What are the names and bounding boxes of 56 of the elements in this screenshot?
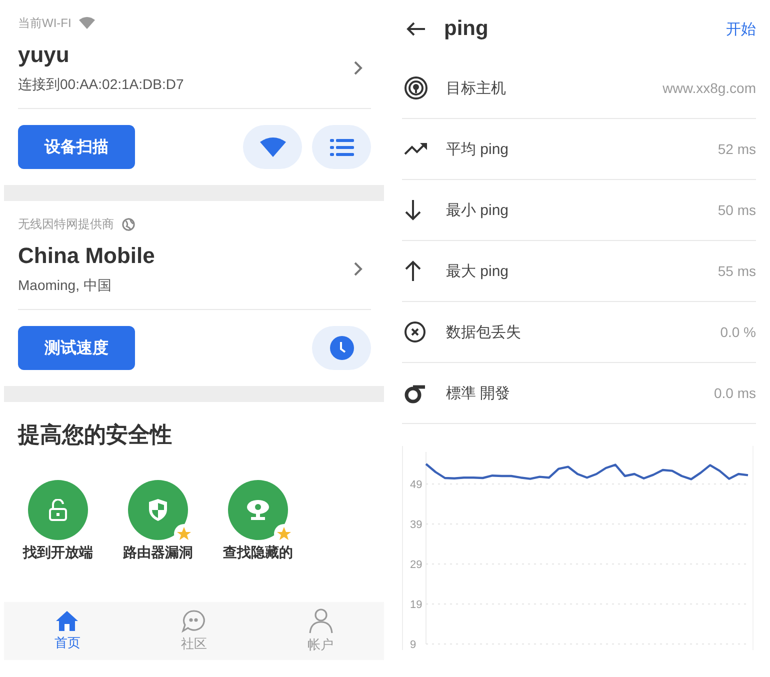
stat-label: 平均 ping [446, 140, 510, 158]
nav-tab[interactable]: 首页 [4, 602, 131, 660]
target-icon [404, 76, 428, 100]
stat-label: 最大 ping [446, 262, 510, 280]
arrow-down-icon [404, 199, 422, 221]
stat-label: 目标主机 [446, 78, 507, 98]
list-icon [330, 137, 354, 157]
home-icon [55, 610, 80, 632]
tick-label: 9 [410, 639, 416, 650]
network-name: yuyu [18, 42, 70, 68]
nav-tab[interactable]: 社区 [130, 602, 258, 660]
stat-label: 数据包丢失 [446, 322, 522, 342]
speed-test-button[interactable]: 测试速度 [18, 326, 135, 370]
feature-label: 找到开放端 [23, 544, 93, 562]
stat-value: 0.0 % [720, 324, 756, 340]
section-caption: 当前WI-FI [18, 14, 72, 32]
wifi-icon [260, 137, 286, 157]
wifi-button[interactable] [243, 125, 302, 169]
tick-label: 49 [410, 479, 422, 491]
feature-label: 路由器漏洞 [123, 544, 193, 562]
connection-text: 连接到00:AA:02:1A:DB:D7 [18, 76, 184, 94]
location-text: Maoming, 中国 [18, 277, 112, 295]
section-caption: 无线因特网提供商 [18, 216, 114, 232]
clock-icon [330, 336, 354, 360]
history-button[interactable] [312, 326, 371, 370]
stat-label: 標準 開發 [446, 384, 512, 402]
person-icon [308, 608, 333, 634]
shield-icon [148, 498, 168, 522]
chevron-right-icon[interactable] [353, 261, 363, 277]
section-title: 提高您的安全性 [18, 421, 173, 449]
back-arrow-icon[interactable] [406, 21, 426, 37]
nav-tab[interactable]: 帐户 [257, 602, 384, 660]
arrow-up-icon [404, 260, 422, 282]
tick-label: 29 [410, 559, 422, 571]
wifi-icon [79, 17, 96, 29]
list-button[interactable] [312, 125, 371, 169]
screen-title: ping [444, 17, 490, 41]
stat-value: 50 ms [718, 202, 756, 218]
provider-name: China Mobile [18, 243, 155, 269]
feature-label: 查找隐藏的 [223, 544, 293, 562]
start-button[interactable]: 开始 [726, 20, 756, 38]
tick-label: 19 [410, 599, 422, 611]
chat-bubble-icon [181, 609, 207, 633]
cancel-icon [404, 321, 426, 343]
trending-up-icon [404, 142, 428, 156]
scan-button[interactable]: 设备扫描 [18, 125, 135, 169]
tick-label: 39 [410, 519, 422, 531]
stat-value: www.xx8g.com [662, 80, 756, 96]
webcam-icon [246, 499, 270, 521]
stat-value: 55 ms [718, 263, 756, 279]
globe-icon [122, 218, 135, 230]
stat-value: 52 ms [718, 141, 756, 157]
stat-value: 0.0 ms [714, 385, 756, 401]
stat-label: 最小 ping [446, 200, 510, 220]
chevron-right-icon[interactable] [353, 60, 363, 76]
lock-icon [48, 499, 68, 521]
